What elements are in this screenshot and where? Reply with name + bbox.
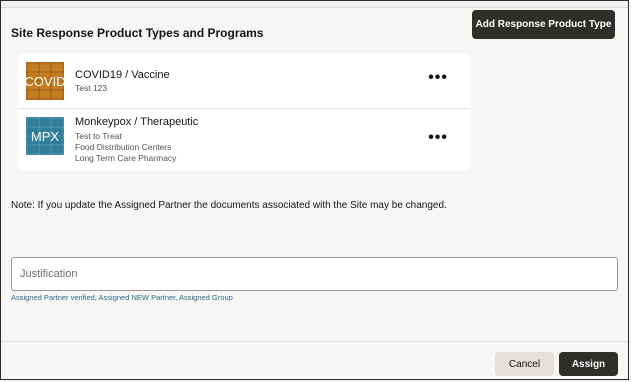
product-title: COVID19 / Vaccine xyxy=(75,69,170,81)
product-card-mpx: MPX Monkeypox / Therapeutic Test to Trea… xyxy=(18,109,470,170)
update-partner-note: Note: If you update the Assigned Partner… xyxy=(11,200,447,211)
justification-input[interactable] xyxy=(11,257,618,291)
more-actions-icon[interactable]: ••• xyxy=(428,70,448,86)
program-item: Test to Treat xyxy=(75,131,122,141)
program-item: Test 123 xyxy=(75,83,108,93)
product-card-covid: COVID COVID19 / Vaccine Test 123 ••• xyxy=(18,54,470,109)
section-title: Site Response Product Types and Programs xyxy=(11,26,264,40)
cancel-button[interactable]: Cancel xyxy=(495,352,554,376)
justification-help-text: Assigned Partner verified, Assigned NEW … xyxy=(11,293,233,302)
product-list: COVID COVID19 / Vaccine Test 123 ••• MPX… xyxy=(18,54,470,170)
assign-button[interactable]: Assign xyxy=(559,352,618,376)
mpx-thumbnail: MPX xyxy=(26,117,64,155)
covid-thumbnail: COVID xyxy=(24,62,66,100)
more-actions-icon[interactable]: ••• xyxy=(428,130,448,146)
dialog: Site Response Product Types and Programs… xyxy=(0,0,629,380)
product-title: Monkeypox / Therapeutic xyxy=(75,116,199,128)
dialog-top-edge xyxy=(1,1,628,8)
program-item: Long Term Care Pharmacy xyxy=(75,153,177,163)
program-item: Food Distribution Centers xyxy=(75,142,172,152)
add-response-product-type-button[interactable]: Add Response Product Type xyxy=(472,10,615,39)
footer-divider xyxy=(1,341,628,342)
